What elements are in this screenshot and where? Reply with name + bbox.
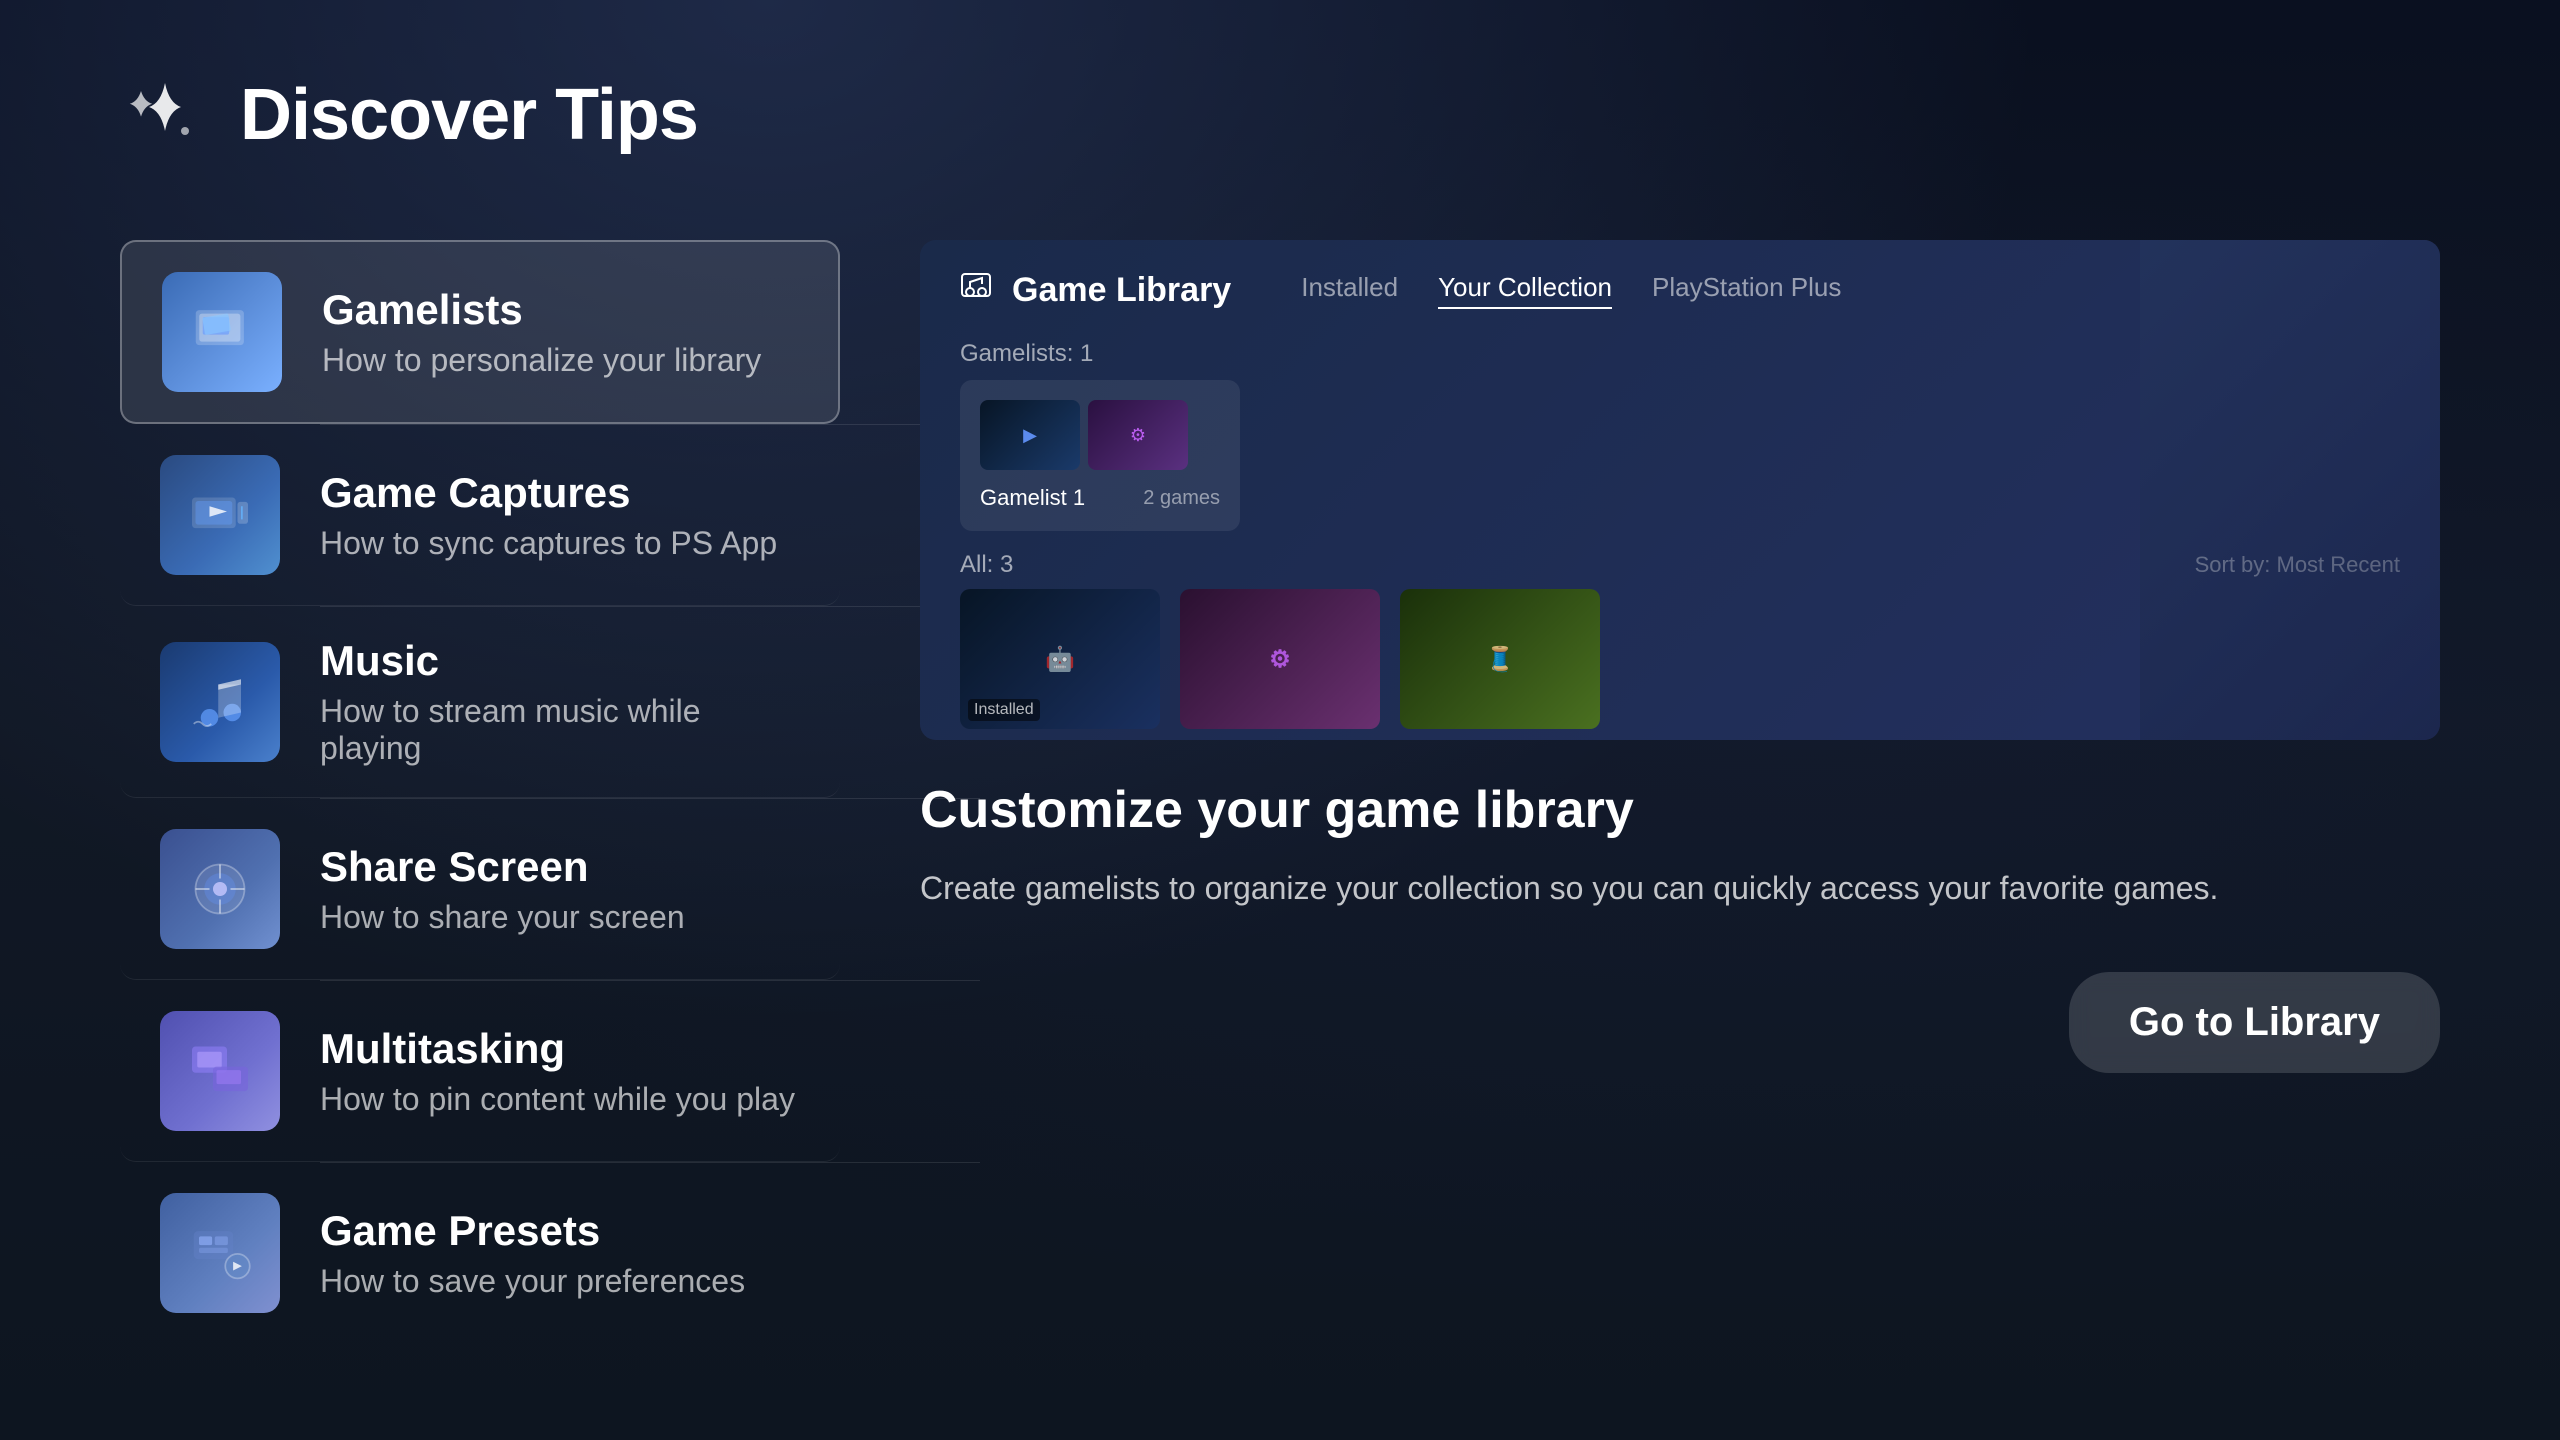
main-content: Gamelists How to personalize your librar… [120, 240, 2440, 1380]
gamelist-count: 2 games [1143, 487, 1220, 510]
tip-desc-gamelists: How to personalize your library [322, 342, 761, 379]
tab-installed: Installed [1301, 272, 1398, 309]
tip-text-game-captures: Game Captures How to sync captures to PS… [320, 469, 777, 562]
gamelist-card: ▶ ⚙ Gamelist 1 2 games [960, 380, 1240, 531]
game-card-sackboy: 🧵 [1400, 589, 1600, 729]
detail-description: Customize your game library Create gamel… [920, 780, 2440, 912]
tip-item-multitasking[interactable]: Multitasking How to pin content while yo… [120, 981, 840, 1162]
tip-text-game-presets: Game Presets How to save your preference… [320, 1207, 745, 1300]
tip-desc-game-captures: How to sync captures to PS App [320, 525, 777, 562]
tip-item-music[interactable]: Music How to stream music while playing [120, 607, 840, 798]
bg-character [2140, 240, 2440, 740]
tip-name-game-presets: Game Presets [320, 1207, 745, 1255]
preview-ui: Game Library Installed Your Collection P… [920, 240, 2440, 740]
tip-desc-share-screen: How to share your screen [320, 899, 685, 936]
tip-item-share-screen[interactable]: Share Screen How to share your screen [120, 799, 840, 980]
tab-playstation-plus: PlayStation Plus [1652, 272, 1841, 309]
tip-icon-sharescreen [160, 829, 280, 949]
detail-title: Customize your game library [920, 780, 2440, 840]
library-title: Game Library [1012, 271, 1231, 310]
all-count: All: 3 [960, 551, 1013, 579]
gamelist-name: Gamelist 1 2 games [980, 485, 1220, 511]
tip-name-share-screen: Share Screen [320, 843, 685, 891]
detail-body: Create gamelists to organize your collec… [920, 864, 2440, 912]
installed-badge: Installed [968, 699, 1040, 721]
tip-icon-captures [160, 455, 280, 575]
detail-panel: Game Library Installed Your Collection P… [920, 240, 2440, 1380]
ratchet-cover: ⚙ [1180, 589, 1380, 729]
tip-item-game-captures[interactable]: Game Captures How to sync captures to PS… [120, 425, 840, 606]
tip-text-gamelists: Gamelists How to personalize your librar… [322, 286, 761, 379]
tip-item-gamelists[interactable]: Gamelists How to personalize your librar… [120, 240, 840, 424]
thumb-astro: ▶ [980, 400, 1080, 470]
gamelist-thumbnails: ▶ ⚙ [980, 400, 1220, 470]
tip-icon-presets [160, 1193, 280, 1313]
game-card-astro: 🤖 Installed [960, 589, 1160, 729]
go-to-library-button[interactable]: Go to Library [2069, 972, 2440, 1073]
sackboy-cover: 🧵 [1400, 589, 1600, 729]
tip-name-gamelists: Gamelists [322, 286, 761, 334]
tip-item-game-presets[interactable]: Game Presets How to save your preference… [120, 1163, 840, 1343]
tip-name-game-captures: Game Captures [320, 469, 777, 517]
tip-icon-multitasking [160, 1011, 280, 1131]
sparkle-icon [120, 70, 210, 160]
tip-name-music: Music [320, 637, 800, 685]
tip-icon-gamelists [162, 272, 282, 392]
tip-text-share-screen: Share Screen How to share your screen [320, 843, 685, 936]
tips-list: Gamelists How to personalize your librar… [120, 240, 840, 1380]
discover-tips-page: Discover Tips Gamelists How to [0, 0, 2560, 1440]
library-tabs: Installed Your Collection PlayStation Pl… [1301, 272, 1841, 309]
game-card-ratchet: ⚙ [1180, 589, 1380, 729]
page-title: Discover Tips [240, 74, 698, 156]
library-icon [960, 270, 992, 310]
tip-desc-music: How to stream music while playing [320, 693, 800, 767]
tip-desc-game-presets: How to save your preferences [320, 1263, 745, 1300]
preview-container: Game Library Installed Your Collection P… [920, 240, 2440, 740]
tip-icon-music [160, 642, 280, 762]
page-header: Discover Tips [120, 70, 2440, 160]
detail-action: Go to Library [2069, 972, 2440, 1073]
tip-desc-multitasking: How to pin content while you play [320, 1081, 795, 1118]
tip-name-multitasking: Multitasking [320, 1025, 795, 1073]
thumb-ratchet: ⚙ [1088, 400, 1188, 470]
tip-text-multitasking: Multitasking How to pin content while yo… [320, 1025, 795, 1118]
tip-text-music: Music How to stream music while playing [320, 637, 800, 767]
tab-your-collection: Your Collection [1438, 272, 1612, 309]
